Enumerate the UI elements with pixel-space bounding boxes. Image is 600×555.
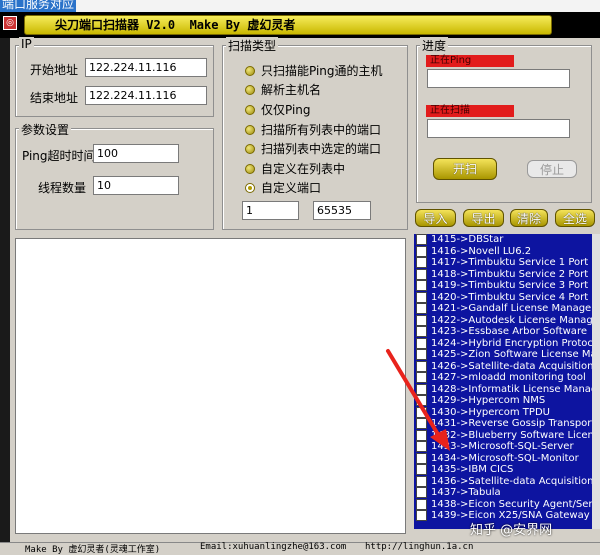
port-checkbox[interactable] [416,498,427,510]
radio-icon [245,143,255,154]
port-list-item[interactable]: 1436->Satellite-data Acquisition System … [414,476,592,488]
background-window-caption: 端口服务对应 [0,0,77,12]
clear-button[interactable]: 清除 [510,209,548,227]
radio-icon [245,104,255,115]
port-list-label: 1415->DBStar [431,234,504,245]
port-list-label: 1436->Satellite-data Acquisition System … [431,475,592,487]
ping-timeout-input[interactable]: 100 [93,144,179,163]
port-list-item[interactable]: 1419->Timbuktu Service 3 Port [414,280,592,292]
window-title: 尖刀端口扫描器 V2.0 Make By 虚幻灵者 [24,15,552,35]
params-group-label: 参数设置 [19,121,72,138]
port-list-item[interactable]: 1437->Tabula [414,487,592,499]
port-list-item[interactable]: 1420->Timbuktu Service 4 Port [414,292,592,304]
watermark: 知乎 @安界网 [470,523,553,538]
status-author: Make By 虚幻灵者(灵魂工作室) [25,545,161,555]
progress-label: 进度 [420,37,449,54]
select-all-button[interactable]: 全选 [555,209,595,227]
ip-group-label: IP [19,37,34,51]
port-list-item[interactable]: 1418->Timbuktu Service 2 Port [414,269,592,281]
port-list-item[interactable]: 1438->Eicon Security Agent/Server [414,499,592,511]
port-checkbox[interactable] [416,257,427,269]
export-button[interactable]: 导出 [463,209,504,227]
radio-scan-all-listed[interactable]: 扫描所有列表中的端口 [245,121,381,138]
option-resolve-hostname[interactable]: 解析主机名 [245,81,321,98]
ping-progress-field [427,69,570,88]
port-checkbox[interactable] [416,464,427,476]
port-list-label: 1437->Tabula [431,487,501,498]
ping-status-bar: 正在Ping [426,55,514,67]
port-list-label: 1422->Autodesk License Manager [431,314,592,326]
ping-timeout-label: Ping超时时间 [22,149,96,163]
status-url: http://linghun.1a.cn [365,542,474,552]
radio-custom-in-list[interactable]: 自定义在列表中 [245,160,345,177]
port-list-label: 1419->Timbuktu Service 3 Port [431,280,589,291]
window-left-edge [0,38,10,542]
thread-count-label: 线程数量 [38,181,87,195]
port-list-item[interactable]: 1435->IBM CICS [414,464,592,476]
port-list-label: 1421->Gandalf License Manager [431,303,592,314]
annotation-arrow-icon [386,349,450,451]
status-bar: Make By 虚幻灵者(灵魂工作室) Email:xuhuanlingzhe@… [0,542,600,555]
scan-type-label: 扫描类型 [226,37,279,54]
port-checkbox[interactable] [416,326,427,338]
radio-custom-ports[interactable]: 自定义端口 [245,179,321,196]
port-checkbox[interactable] [416,291,427,303]
radio-ping-only[interactable]: 仅仅Ping [245,101,311,118]
port-list-item[interactable]: 1416->Novell LU6.2 [414,246,592,258]
port-list-scrollbar[interactable] [592,234,600,529]
port-list-label: 1438->Eicon Security Agent/Server [431,498,592,510]
port-checkbox[interactable] [416,475,427,487]
port-list-item[interactable]: 1417->Timbuktu Service 1 Port [414,257,592,269]
port-list-item[interactable]: 1423->Essbase Arbor Software [414,326,592,338]
scan-status-bar: 正在扫描 [426,105,514,117]
option-bullet-icon [245,84,255,95]
port-list-item[interactable]: 1415->DBStar [414,234,592,246]
port-checkbox[interactable] [416,245,427,257]
thread-count-input[interactable]: 10 [93,176,179,195]
port-checkbox[interactable] [416,303,427,315]
radio-icon [245,163,255,174]
ip-group [15,45,214,117]
radio-scan-selected[interactable]: 扫描列表中选定的端口 [245,140,381,157]
import-button[interactable]: 导入 [415,209,456,227]
radio-icon [245,124,255,135]
port-checkbox[interactable] [416,510,427,522]
option-bullet-icon [245,65,255,76]
port-to-input[interactable]: 65535 [313,201,371,220]
port-list-label: 1435->IBM CICS [431,464,514,475]
start-address-label: 开始地址 [30,63,79,77]
port-list-item[interactable]: 1421->Gandalf License Manager [414,303,592,315]
port-list-label: 1420->Timbuktu Service 4 Port [431,291,589,303]
port-from-input[interactable]: 1 [242,201,299,220]
background-window-strip: 端口服务对应 [0,0,600,12]
port-list-label: 1423->Essbase Arbor Software [431,326,587,337]
port-checkbox[interactable] [416,234,427,246]
end-address-label: 结束地址 [30,91,79,105]
port-checkbox[interactable] [416,487,427,499]
scan-progress-field [427,119,570,138]
scan-result-panel[interactable] [15,238,406,534]
port-checkbox[interactable] [416,268,427,280]
start-scan-button[interactable]: 开扫 [433,158,497,180]
port-list-label: 1417->Timbuktu Service 1 Port [431,257,589,268]
stop-button[interactable]: 停止 [527,160,577,178]
option-ping-reachable-only[interactable]: 只扫描能Ping通的主机 [245,62,383,79]
radio-selected-icon [245,182,255,193]
port-list-item[interactable]: 1422->Autodesk License Manager [414,315,592,327]
port-checkbox[interactable] [416,280,427,292]
port-list-label: 1418->Timbuktu Service 2 Port [431,268,589,280]
end-address-input[interactable]: 122.224.11.116 [85,86,207,105]
port-list-label: 1416->Novell LU6.2 [431,245,532,257]
port-checkbox[interactable] [416,314,427,326]
status-email: Email:xuhuanlingzhe@163.com [200,542,347,552]
start-address-input[interactable]: 122.224.11.116 [85,58,207,77]
app-icon[interactable]: ◎ [3,16,17,30]
